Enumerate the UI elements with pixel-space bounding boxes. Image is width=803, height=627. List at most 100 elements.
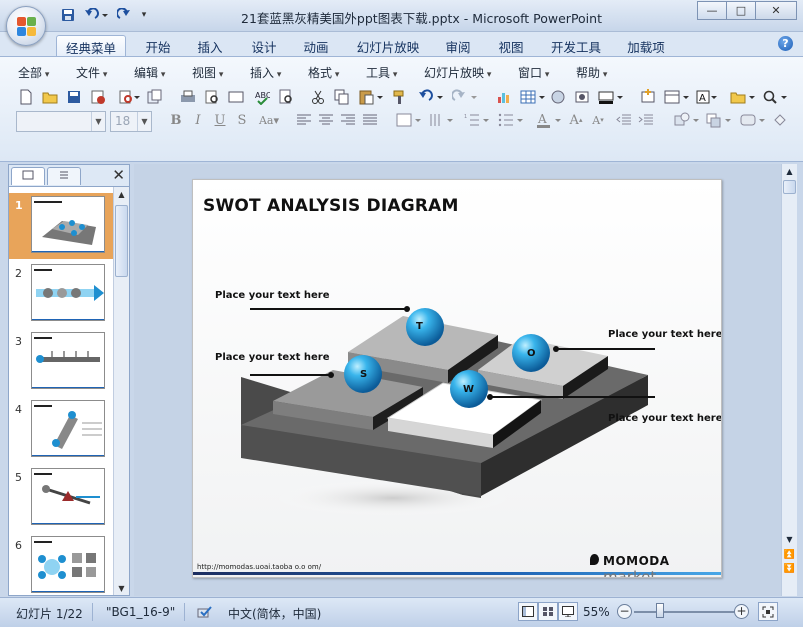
tab-view[interactable]: 视图 (489, 35, 533, 56)
preview-icon[interactable] (202, 87, 222, 107)
tab-home[interactable]: 开始 (136, 35, 180, 56)
slide-thumbnail[interactable]: 6 (9, 533, 113, 599)
text-placeholder-t[interactable]: Place your text here (215, 290, 330, 301)
arrange-icon[interactable] (704, 110, 734, 130)
spelling-icon[interactable]: ABC (252, 87, 272, 107)
normal-view-button[interactable] (518, 602, 538, 621)
current-slide[interactable]: SWOT ANALYSIS DIAGRAM T O S W Place your… (192, 179, 722, 578)
scroll-down-icon[interactable]: ▼ (782, 532, 797, 546)
underline-icon[interactable]: U (210, 110, 230, 130)
print-preview-icon[interactable] (116, 87, 142, 107)
text-direction-icon[interactable] (426, 110, 456, 130)
close-icon[interactable]: ✕ (112, 166, 125, 184)
copy-icon[interactable] (332, 87, 352, 107)
zoom-in-button[interactable]: + (734, 604, 749, 619)
thumbnails-scrollbar[interactable]: ▲ ▼ (113, 187, 129, 595)
shrink-font-icon[interactable]: A ▾ (588, 110, 608, 130)
menu-all[interactable]: 全部 (18, 64, 49, 81)
zoom-level[interactable]: 55% (583, 605, 610, 619)
attach-icon[interactable] (144, 87, 164, 107)
shape-style-icon[interactable] (738, 110, 768, 130)
zoom-slider[interactable] (634, 611, 734, 613)
layout-icon[interactable] (662, 87, 692, 107)
slide-thumbnail[interactable]: 4 (9, 397, 113, 463)
fit-to-window-button[interactable] (758, 602, 778, 621)
text-placeholder-s[interactable]: Place your text here (215, 352, 330, 363)
menu-window[interactable]: 窗口 (518, 64, 549, 81)
maximize-button[interactable]: □ (726, 1, 756, 20)
tab-review[interactable]: 审阅 (436, 35, 480, 56)
research-icon[interactable] (276, 87, 296, 107)
search-icon[interactable] (760, 87, 790, 107)
menu-tools[interactable]: 工具 (366, 64, 397, 81)
increase-indent-icon[interactable] (636, 110, 656, 130)
permission-icon[interactable] (88, 87, 108, 107)
editing-scrollbar[interactable]: ▲ ▼ ⏫ ⏬ (781, 164, 797, 596)
fill-icon[interactable] (770, 110, 790, 130)
new-slide-icon[interactable] (638, 87, 658, 107)
tab-developer[interactable]: 开发工具 (542, 35, 610, 56)
slide-thumbnail[interactable]: 2 (9, 261, 113, 327)
slides-tab[interactable] (11, 167, 45, 185)
numbering-icon[interactable]: 1 (462, 110, 492, 130)
scroll-up-icon[interactable]: ▲ (782, 164, 797, 178)
menu-format[interactable]: 格式 (308, 64, 339, 81)
justify-icon[interactable] (360, 110, 380, 130)
slide-sorter-button[interactable] (538, 602, 558, 621)
new-icon[interactable] (16, 87, 36, 107)
menu-slideshow[interactable]: 幻灯片放映 (424, 64, 491, 81)
paste-icon[interactable] (356, 87, 386, 107)
menu-file[interactable]: 文件 (76, 64, 107, 81)
chart-icon[interactable] (494, 87, 514, 107)
zoom-slider-knob[interactable] (656, 603, 664, 618)
print-icon[interactable] (178, 87, 198, 107)
font-size-combo[interactable]: 18 ▼ (110, 111, 152, 132)
tab-design[interactable]: 设计 (242, 35, 286, 56)
tab-classic-menu[interactable]: 经典菜单 (56, 35, 126, 56)
tab-insert[interactable]: 插入 (188, 35, 232, 56)
slideshow-view-button[interactable] (558, 602, 578, 621)
bullets-icon[interactable] (496, 110, 526, 130)
text-placeholder-o[interactable]: Place your text here (608, 329, 721, 340)
font-color-icon[interactable]: A (534, 110, 564, 130)
font-name-combo[interactable]: ▼ (16, 111, 106, 132)
italic-icon[interactable]: I (188, 110, 208, 130)
close-button[interactable]: ✕ (755, 1, 797, 20)
menu-help[interactable]: 帮助 (576, 64, 607, 81)
align-center-icon[interactable] (316, 110, 336, 130)
columns-icon[interactable] (394, 110, 424, 130)
color-icon[interactable] (596, 87, 626, 107)
tab-animation[interactable]: 动画 (294, 35, 338, 56)
bold-icon[interactable]: B (166, 110, 186, 130)
text-placeholder-w[interactable]: Place your text here (608, 413, 721, 424)
undo-icon[interactable] (416, 87, 446, 107)
slide-thumbnail[interactable]: 3 (9, 329, 113, 395)
menu-edit[interactable]: 编辑 (134, 64, 165, 81)
scroll-up-icon[interactable]: ▲ (114, 187, 129, 201)
previous-slide-icon[interactable]: ⏫ (782, 548, 797, 562)
slide-icon[interactable] (226, 87, 246, 107)
grayscale-icon[interactable] (572, 87, 592, 107)
menu-view[interactable]: 视图 (192, 64, 223, 81)
clipart-icon[interactable] (548, 87, 568, 107)
grow-font-icon[interactable]: A ▴ (566, 110, 586, 130)
change-case-icon[interactable]: Aa▾ (254, 110, 284, 130)
align-left-icon[interactable] (294, 110, 314, 130)
tab-slideshow[interactable]: 幻灯片放映 (348, 35, 428, 56)
open-icon[interactable] (40, 87, 60, 107)
folder-icon[interactable] (728, 87, 758, 107)
menu-insert[interactable]: 插入 (250, 64, 281, 81)
decrease-indent-icon[interactable] (614, 110, 634, 130)
cut-icon[interactable] (308, 87, 328, 107)
scroll-thumb[interactable] (115, 205, 128, 277)
scroll-thumb[interactable] (783, 180, 796, 194)
help-icon[interactable]: ? (778, 36, 793, 51)
tab-addins[interactable]: 加载项 (618, 35, 674, 56)
slide-thumbnail[interactable]: 1 (9, 193, 113, 259)
redo-icon[interactable] (450, 87, 480, 107)
save-icon[interactable] (64, 87, 84, 107)
format-painter-icon[interactable] (390, 87, 410, 107)
next-slide-icon[interactable]: ⏬ (782, 562, 797, 576)
outline-tab[interactable] (47, 167, 81, 185)
spell-check-icon[interactable] (196, 603, 214, 622)
